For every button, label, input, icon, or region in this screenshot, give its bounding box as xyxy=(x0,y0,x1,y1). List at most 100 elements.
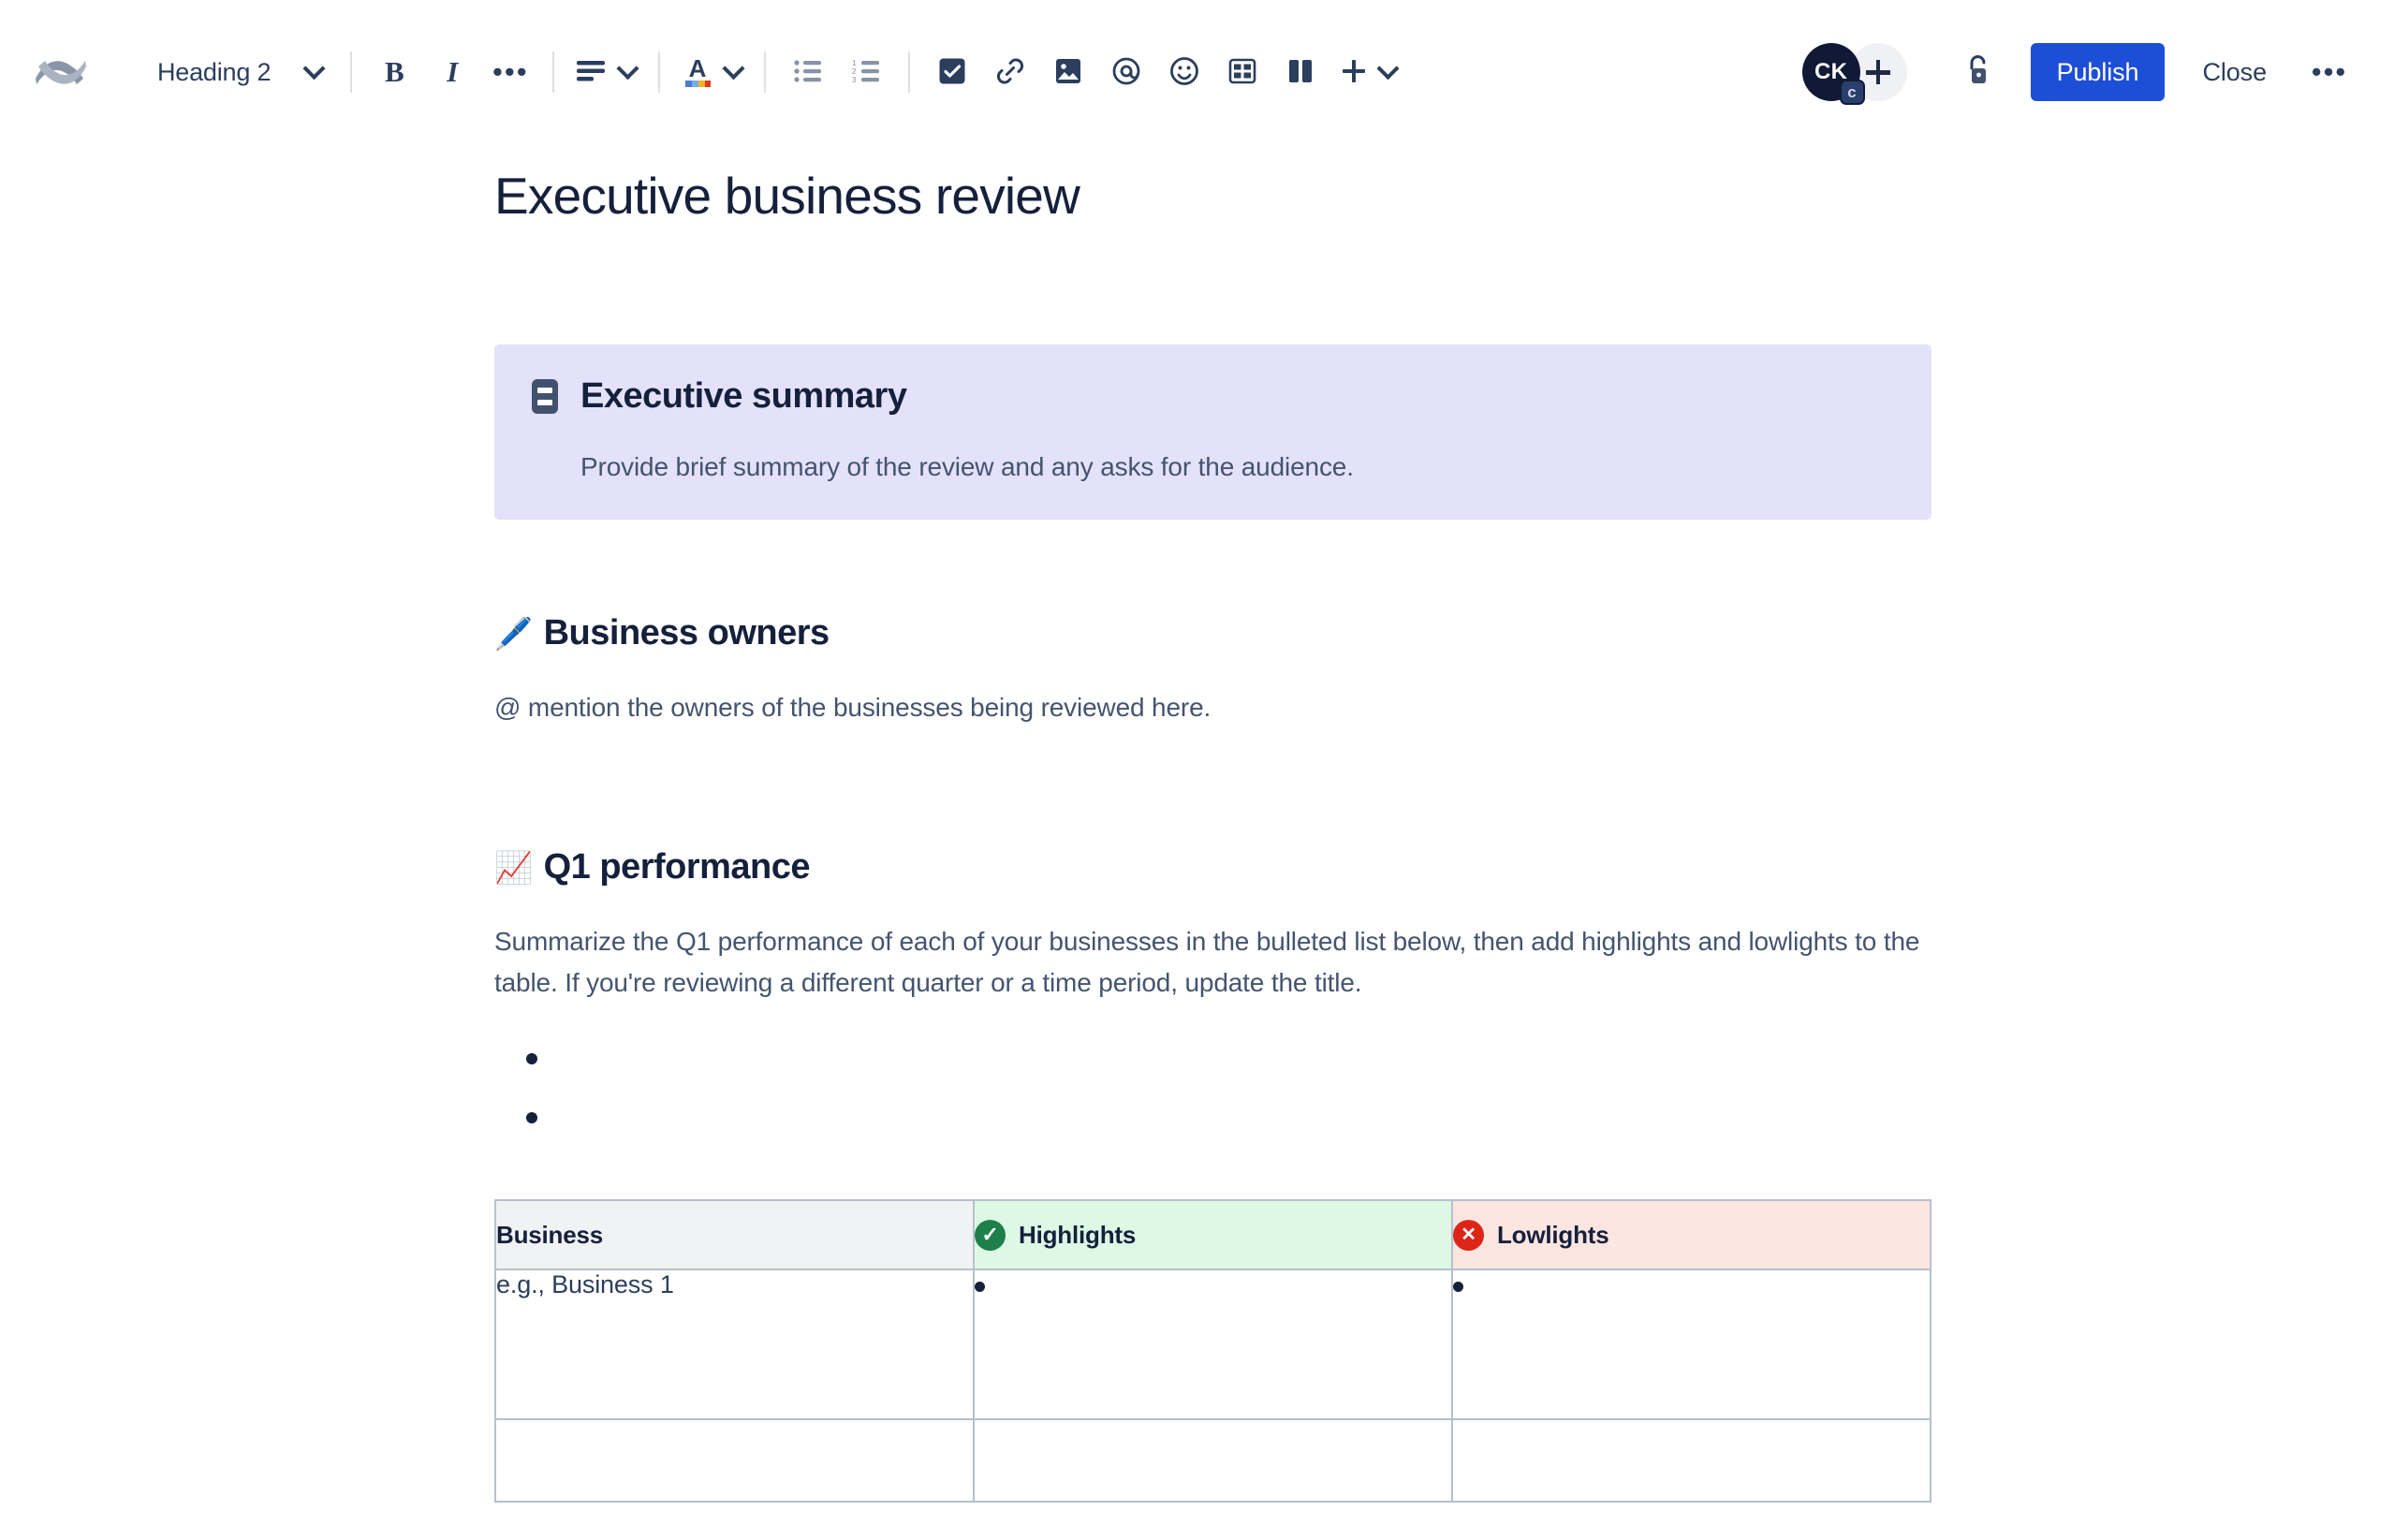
bold-button[interactable]: B xyxy=(367,45,421,99)
toolbar-divider xyxy=(658,51,661,93)
avatar[interactable]: CK c xyxy=(1801,43,1865,105)
cell-highlights[interactable] xyxy=(973,1418,1453,1503)
cell-bullet-list[interactable] xyxy=(1453,1270,1930,1304)
column-header-label: Highlights xyxy=(1019,1220,1137,1249)
action-item-button[interactable] xyxy=(925,45,979,99)
x-circle-icon: ✕ xyxy=(1453,1219,1484,1251)
italic-icon: I xyxy=(447,55,459,88)
svg-text:1: 1 xyxy=(852,59,857,67)
toolbar-group-insert xyxy=(925,45,1403,99)
page-title[interactable]: Executive business review xyxy=(494,165,1931,227)
heading-text: Business owners xyxy=(543,613,830,653)
ellipsis-icon: ••• xyxy=(492,55,529,89)
plus-icon xyxy=(1339,56,1369,89)
publish-button[interactable]: Publish xyxy=(2030,43,2166,101)
emoji-button[interactable] xyxy=(1157,45,1212,99)
insert-more-button[interactable] xyxy=(1331,45,1403,99)
toolbar-group-lists: 1 2 3 xyxy=(781,45,893,99)
column-header-lowlights[interactable]: ✕ Lowlights xyxy=(1451,1199,1931,1271)
link-button[interactable] xyxy=(983,45,1037,99)
svg-text:2: 2 xyxy=(852,67,857,76)
more-formatting-button[interactable]: ••• xyxy=(483,45,537,99)
cell-text: e.g., Business 1 xyxy=(496,1270,674,1299)
business-owners-paragraph[interactable]: @ mention the owners of the businesses b… xyxy=(494,687,1931,727)
chevron-down-icon xyxy=(722,56,745,80)
editor-toolbar: Heading 2 B I ••• A 1 2 3 CK c Publish C… xyxy=(0,0,2394,144)
text-color-button[interactable]: A xyxy=(675,45,749,99)
chart-increasing-emoji-icon: 📈 xyxy=(494,850,533,886)
table-header-row: Business ✓ Highlights ✕ Lowlights xyxy=(494,1199,1931,1271)
link-icon xyxy=(995,57,1025,88)
toolbar-divider xyxy=(350,51,353,93)
text-style-value: Heading 2 xyxy=(157,57,272,86)
toolbar-divider xyxy=(552,51,555,93)
numbered-list-icon: 1 2 3 xyxy=(852,59,880,86)
numbered-list-button[interactable]: 1 2 3 xyxy=(839,45,893,99)
cell-lowlights[interactable] xyxy=(1451,1418,1931,1503)
panel-body-text[interactable]: Provide brief summary of the review and … xyxy=(580,452,1894,482)
q1-performance-paragraph[interactable]: Summarize the Q1 performance of each of … xyxy=(494,921,1931,1003)
cell-bullet-list[interactable] xyxy=(975,1270,1451,1304)
cell-highlights[interactable] xyxy=(973,1269,1453,1421)
svg-text:A: A xyxy=(689,54,707,82)
executive-summary-panel[interactable]: Executive summary Provide brief summary … xyxy=(494,345,1931,520)
cell-lowlights[interactable] xyxy=(1451,1269,1931,1421)
pen-emoji-icon: 🖊️ xyxy=(494,616,533,651)
chevron-down-icon xyxy=(302,56,326,80)
highlights-lowlights-table[interactable]: Business ✓ Highlights ✕ Lowlights e.g., … xyxy=(494,1199,1931,1503)
bullet-list-icon xyxy=(794,59,822,86)
toolbar-divider xyxy=(764,51,767,93)
text-align-button[interactable] xyxy=(569,45,643,99)
panel-title: Executive summary xyxy=(580,376,907,416)
list-item[interactable] xyxy=(975,1270,1451,1304)
unlock-icon xyxy=(1963,53,1991,92)
bullet-list-button[interactable] xyxy=(781,45,835,99)
table-icon xyxy=(1228,57,1256,88)
image-button[interactable] xyxy=(1041,45,1095,99)
toolbar-right-cluster: CK c Publish Close ••• xyxy=(1801,43,2358,105)
layout-button[interactable] xyxy=(1273,45,1328,99)
table-body: e.g., Business 1 xyxy=(494,1269,1931,1503)
chevron-down-icon xyxy=(616,56,639,80)
q1-bullet-list[interactable] xyxy=(494,1040,1931,1158)
text-style-select[interactable]: Heading 2 xyxy=(140,45,335,99)
bold-icon: B xyxy=(384,55,404,88)
text-color-icon: A xyxy=(683,54,712,91)
svg-text:3: 3 xyxy=(852,76,857,83)
text-align-icon xyxy=(577,59,607,86)
document-content: Executive business review Executive summ… xyxy=(494,165,1931,1503)
toolbar-group-format: B I ••• xyxy=(367,45,537,99)
list-item[interactable] xyxy=(1453,1270,1930,1304)
collaborators: CK c xyxy=(1801,43,1907,105)
list-item[interactable] xyxy=(519,1040,1931,1099)
plus-icon xyxy=(1865,60,1890,84)
column-header-label: Business xyxy=(496,1220,604,1249)
cell-business[interactable] xyxy=(494,1418,975,1503)
more-actions-button[interactable]: ••• xyxy=(2300,43,2358,101)
close-button[interactable]: Close xyxy=(2181,43,2287,101)
panel-header: Executive summary xyxy=(532,376,1894,417)
toolbar-divider xyxy=(908,51,911,93)
heading-business-owners[interactable]: 🖊️ Business owners xyxy=(494,613,1931,653)
italic-button[interactable]: I xyxy=(425,45,479,99)
confluence-logo[interactable] xyxy=(26,37,95,107)
table-row[interactable] xyxy=(494,1418,1931,1503)
image-icon xyxy=(1055,57,1081,88)
check-circle-icon: ✓ xyxy=(975,1219,1006,1251)
chevron-down-icon xyxy=(1376,56,1400,80)
column-header-highlights[interactable]: ✓ Highlights xyxy=(973,1199,1453,1271)
column-header-business[interactable]: Business xyxy=(494,1199,975,1271)
cell-business[interactable]: e.g., Business 1 xyxy=(494,1269,975,1421)
heading-q1-performance[interactable]: 📈 Q1 performance xyxy=(494,847,1931,887)
table-row[interactable]: e.g., Business 1 xyxy=(494,1269,1931,1421)
note-icon xyxy=(532,379,558,414)
column-header-label: Lowlights xyxy=(1497,1220,1609,1249)
table-head: Business ✓ Highlights ✕ Lowlights xyxy=(494,1199,1931,1271)
restrictions-button[interactable] xyxy=(1948,43,2006,101)
layout-columns-icon xyxy=(1287,57,1314,88)
avatar-product-badge: c xyxy=(1839,80,1865,105)
heading-text: Q1 performance xyxy=(543,847,811,887)
list-item[interactable] xyxy=(519,1099,1931,1158)
mention-button[interactable] xyxy=(1099,45,1153,99)
table-button[interactable] xyxy=(1215,45,1270,99)
